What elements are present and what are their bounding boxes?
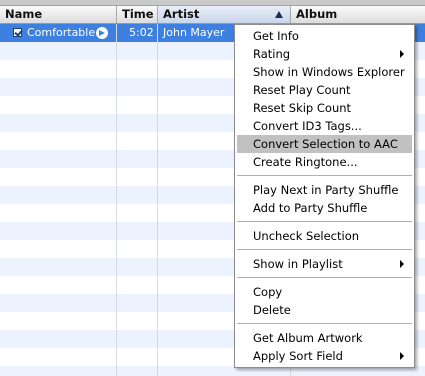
menu-separator — [237, 323, 412, 324]
track-artist: John Mayer — [163, 26, 225, 39]
submenu-arrow-icon — [400, 50, 404, 58]
menu-separator — [237, 249, 412, 250]
track-name: Comfortable — [27, 26, 96, 39]
track-time: 5:02 — [129, 26, 154, 39]
menu-item-rating-label: Rating — [253, 47, 291, 61]
sort-ascending-icon — [275, 11, 283, 18]
menu-item-copy[interactable]: Copy — [237, 283, 412, 301]
menu-item-show-in-playlist-label: Show in Playlist — [253, 257, 343, 271]
column-divider — [116, 24, 117, 376]
menu-separator — [237, 221, 412, 222]
submenu-arrow-icon — [400, 260, 404, 268]
submenu-arrow-icon — [400, 352, 404, 360]
menu-item-apply-sort-field-label: Apply Sort Field — [253, 349, 343, 363]
column-header-bar: Name Time Artist Album — [0, 6, 425, 24]
menu-item-get-info[interactable]: Get Info — [237, 27, 412, 45]
context-menu: Get Info Rating Show in Windows Explorer… — [234, 24, 415, 368]
menu-item-rating[interactable]: Rating — [237, 45, 412, 63]
menu-item-get-album-artwork[interactable]: Get Album Artwork — [237, 329, 412, 347]
menu-item-show-in-playlist[interactable]: Show in Playlist — [237, 255, 412, 273]
menu-separator — [237, 277, 412, 278]
go-arrow-icon[interactable] — [96, 27, 108, 39]
column-divider — [157, 24, 158, 376]
checkbox-icon[interactable] — [13, 28, 22, 37]
menu-separator — [237, 175, 412, 176]
column-header-album[interactable]: Album — [291, 6, 425, 23]
column-header-time[interactable]: Time — [117, 6, 158, 23]
column-header-artist[interactable]: Artist — [158, 6, 291, 23]
column-header-artist-label: Artist — [163, 7, 200, 21]
menu-item-delete[interactable]: Delete — [237, 301, 412, 319]
menu-item-apply-sort-field[interactable]: Apply Sort Field — [237, 347, 412, 365]
menu-item-show-in-windows-explorer[interactable]: Show in Windows Explorer — [237, 63, 412, 81]
menu-item-uncheck-selection[interactable]: Uncheck Selection — [237, 227, 412, 245]
menu-item-convert-id3-tags[interactable]: Convert ID3 Tags... — [237, 117, 412, 135]
menu-item-convert-selection-to-aac[interactable]: Convert Selection to AAC — [237, 135, 412, 153]
menu-item-play-next-in-party-shuffle[interactable]: Play Next in Party Shuffle — [237, 181, 412, 199]
menu-item-reset-skip-count[interactable]: Reset Skip Count — [237, 99, 412, 117]
menu-item-create-ringtone[interactable]: Create Ringtone... — [237, 153, 412, 171]
menu-item-reset-play-count[interactable]: Reset Play Count — [237, 81, 412, 99]
menu-item-add-to-party-shuffle[interactable]: Add to Party Shuffle — [237, 199, 412, 217]
column-header-name[interactable]: Name — [0, 6, 117, 23]
